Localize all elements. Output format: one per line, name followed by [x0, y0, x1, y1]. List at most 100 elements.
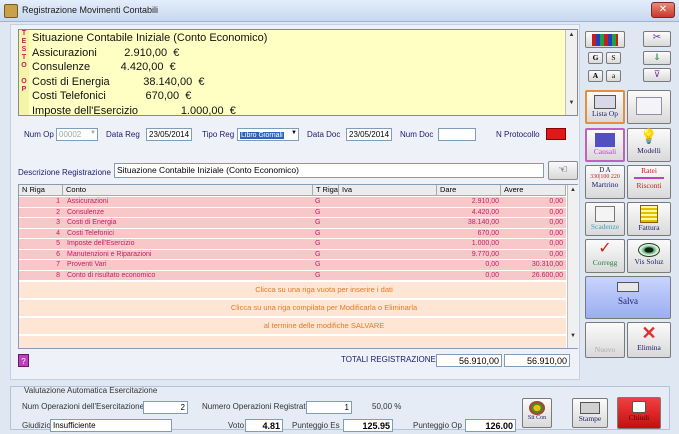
help-button[interactable]: ?	[18, 354, 29, 367]
cell-n: 7	[56, 261, 60, 268]
elimina-button[interactable]: ✕ Elimina	[627, 322, 671, 358]
hint-insert: Clicca su una riga vuota per inserire i …	[255, 285, 393, 294]
cell-t: G	[315, 250, 321, 258]
sit-con-button[interactable]: Sit Con	[522, 398, 552, 428]
num-op-label: Num Op	[24, 130, 54, 139]
cell-conto: Costi Telefonici	[67, 229, 114, 237]
martrino-label: Martrino	[591, 180, 619, 189]
chiudi-button[interactable]: Chiudi	[617, 397, 661, 429]
cell-n: 5	[56, 240, 60, 247]
col-header-avere[interactable]: Avere	[501, 185, 566, 196]
tipo-reg-value: Libro Giornali	[240, 132, 284, 139]
cell-t: G	[315, 261, 321, 268]
font-grid-button[interactable]	[585, 31, 625, 48]
hand-pointer-button[interactable]: ☜	[548, 161, 578, 180]
lock-icon	[632, 401, 646, 413]
num-doc-field[interactable]	[438, 128, 476, 141]
scroll-down-icon[interactable]: ▼	[568, 333, 578, 339]
cell-avere: 0,00	[549, 198, 563, 205]
cell-dare: 0,00	[485, 261, 499, 268]
chevron-down-icon: ▼	[90, 130, 96, 136]
col-header-iva[interactable]: Iva	[339, 185, 437, 196]
num-op-select[interactable]: 00002 ▼	[56, 128, 98, 141]
punt-es-label: Punteggio Es	[292, 421, 340, 430]
entries-table: N Riga Conto T Riga Iva Dare Avere 1 Assi…	[18, 184, 578, 349]
table-row[interactable]: 8 Conto di risultato economico G 0,00 26.600…	[19, 270, 566, 280]
notes-line: Assicurazioni 2.910,00 €	[32, 46, 180, 59]
table-row[interactable]: 1 Assicurazioni G 2.910,00 0,00	[19, 197, 566, 207]
list-icon	[594, 95, 616, 109]
ratei-line-icon	[634, 177, 664, 179]
causali-button[interactable]: Causali	[585, 128, 625, 162]
cell-avere: 0,00	[549, 240, 563, 247]
data-reg-field[interactable]: 23/05/2014	[146, 128, 192, 141]
scadenze-button[interactable]: Scadenze	[585, 202, 625, 236]
scroll-up-icon[interactable]: ▲	[566, 32, 577, 38]
vis-soluz-button[interactable]: Vis Soluz	[627, 239, 671, 273]
copy-button[interactable]: ⇓	[643, 51, 671, 65]
table-row-empty[interactable]	[19, 335, 566, 348]
stampe-button[interactable]: Stampe	[572, 398, 608, 428]
col-header-nriga[interactable]: N Riga	[19, 185, 63, 196]
table-row[interactable]: 3 Costi di Energia G 38.140,00 0,00	[19, 218, 566, 228]
martrino-button[interactable]: D A 330|100 220 Martrino	[585, 165, 625, 199]
fattura-label: Fattura	[638, 223, 660, 232]
cell-avere: 0,00	[549, 250, 563, 258]
salva-button[interactable]: Salva	[585, 276, 671, 319]
paste-button[interactable]: ⊽	[643, 68, 671, 82]
descrizione-field[interactable]: Situazione Contabile Iniziale (Conto Eco…	[114, 163, 544, 178]
nuovo-button[interactable]: Nuovo	[585, 322, 625, 358]
window-view-button[interactable]	[627, 90, 671, 124]
cell-conto: Imposte dell'Esercizio	[67, 240, 135, 247]
data-doc-field[interactable]: 23/05/2014	[346, 128, 392, 141]
lista-op-button[interactable]: Lista Op	[585, 90, 625, 124]
evaluation-title: Valutazione Automatica Esercitazione	[24, 386, 158, 395]
cell-t: G	[315, 219, 321, 226]
modelli-button[interactable]: 💡 Modelli	[627, 128, 671, 162]
cell-dare: 1.000,00	[471, 240, 499, 247]
table-row[interactable]: 2 Consulenze G 4.420,00 0,00	[19, 207, 566, 217]
table-row[interactable]: 7 Proventi Vari G 0,00 30.310,00	[19, 260, 566, 270]
table-row[interactable]: 5 Imposte dell'Esercizio G 1.000,00 0,00	[19, 239, 566, 249]
modelli-label: Modelli	[637, 146, 661, 155]
col-header-conto[interactable]: Conto	[63, 185, 313, 196]
cell-dare: 38.140,00	[467, 219, 499, 226]
font-bold-button[interactable]: G	[588, 52, 603, 64]
ratei-button[interactable]: Ratei Risconti	[627, 165, 671, 199]
col-header-triga[interactable]: T Riga	[313, 185, 339, 196]
voto-label: Voto	[228, 421, 245, 430]
cell-avere: 0,00	[549, 229, 563, 237]
tipo-reg-select[interactable]: Libro Giornali ▼	[237, 128, 299, 141]
notes-line: Costi di Energia 38.140,00 €	[32, 75, 205, 88]
scissors-icon: ✂	[652, 32, 662, 43]
copy-icon: ⇓	[653, 52, 661, 62]
font-lower-button[interactable]: a	[606, 70, 621, 82]
punt-op-label: Punteggio Op	[413, 421, 462, 430]
scroll-down-icon[interactable]: ▼	[566, 100, 577, 106]
font-upper-button[interactable]: A	[588, 70, 603, 82]
close-button[interactable]: ✕	[651, 2, 675, 18]
giudizio-field: Insufficiente	[50, 419, 172, 432]
font-small-button[interactable]: S	[606, 52, 621, 64]
table-scrollbar[interactable]: ▲ ▼	[567, 185, 578, 348]
table-row[interactable]: 4 Costi Telefonici G 670,00 0,00	[19, 228, 566, 238]
cell-n: 1	[56, 198, 60, 205]
cell-conto: Assicurazioni	[67, 198, 109, 205]
eye-icon	[638, 243, 660, 257]
cut-button[interactable]: ✂	[643, 31, 671, 47]
col-header-dare[interactable]: Dare	[437, 185, 501, 196]
cell-t: G	[315, 240, 321, 247]
table-row[interactable]: 6 Manutenzioni e Riparazioni G 9.770,00 0,00	[19, 249, 566, 259]
scroll-up-icon[interactable]: ▲	[568, 187, 578, 193]
ratei-label: Ratei	[641, 166, 657, 175]
cell-n: 6	[56, 250, 60, 258]
notes-scrollbar[interactable]: ▲ ▼	[565, 30, 577, 115]
totals-dare: 56.910,00	[436, 354, 502, 367]
window-icon	[636, 97, 662, 115]
elimina-label: Elimina	[637, 343, 661, 352]
fattura-button[interactable]: Fattura	[627, 202, 671, 236]
corregg-button[interactable]: ✓ Corregg	[585, 239, 625, 273]
chevron-down-icon: ▼	[291, 130, 297, 136]
percent-value: 50,00 %	[372, 402, 402, 411]
hand-pointer-icon: ☜	[558, 164, 568, 176]
